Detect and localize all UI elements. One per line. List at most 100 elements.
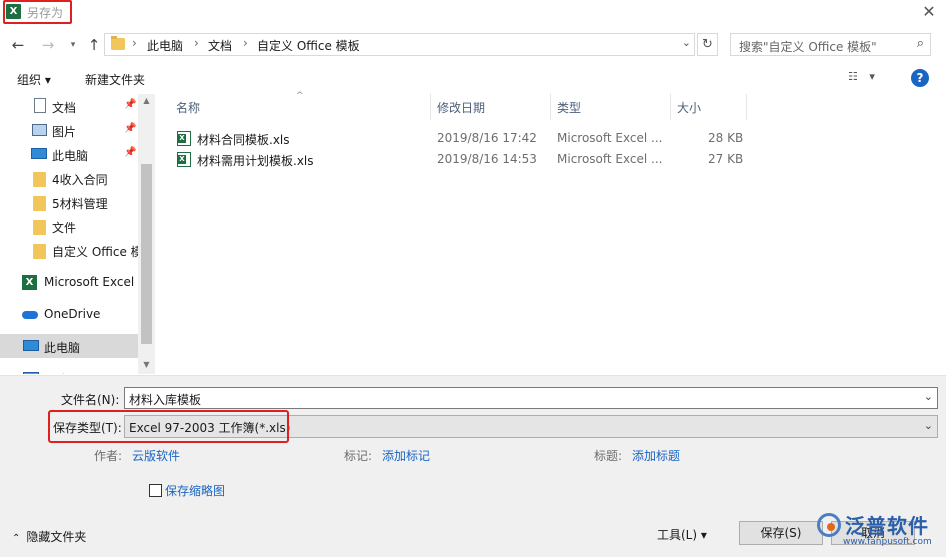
file-size: 27 KB: [708, 152, 744, 166]
excel-icon: X: [22, 275, 37, 290]
nav-item-label: 此电脑: [44, 341, 81, 355]
column-divider[interactable]: [746, 94, 747, 120]
address-bar[interactable]: › 此电脑 › 文档 › 自定义 Office 模板 ⌄: [104, 33, 695, 56]
save-options-panel: 文件名(N): 材料入库模板 ⌄ 保存类型(T): Excel 97-2003 …: [0, 375, 946, 557]
nav-item-income-contracts[interactable]: 4收入合同: [0, 166, 138, 190]
excel-file-icon: [177, 131, 191, 146]
folder-icon: [33, 172, 46, 187]
breadcrumb-separator-icon: ›: [243, 36, 248, 50]
column-divider[interactable]: [430, 94, 431, 120]
refresh-icon[interactable]: ↻: [697, 33, 718, 56]
brand-logo-icon: [817, 513, 841, 537]
column-header-type[interactable]: 类型: [557, 99, 581, 116]
hide-folders-label: 隐藏文件夹: [26, 530, 87, 544]
nav-item-label: Microsoft Excel: [44, 275, 135, 289]
hide-folders-button[interactable]: ⌃ 隐藏文件夹: [12, 528, 86, 545]
nav-scrollbar[interactable]: ▲ ▼: [138, 94, 155, 374]
new-folder-button[interactable]: 新建文件夹: [85, 71, 145, 88]
up-arrow-icon[interactable]: ↑: [84, 34, 104, 56]
search-icon: ⌕: [916, 36, 924, 51]
file-list: ^ 名称 修改日期 类型 大小 材料合同模板.xls 2019/8/16 17:…: [156, 91, 946, 374]
scrollbar-thumb[interactable]: [141, 164, 152, 344]
save-thumbnail-label[interactable]: 保存缩略图: [165, 482, 225, 499]
nav-item-label: 文档: [52, 101, 77, 115]
help-icon[interactable]: ?: [911, 69, 929, 87]
document-icon: [34, 98, 46, 113]
scroll-up-icon[interactable]: ▲: [138, 96, 155, 105]
close-icon[interactable]: ✕: [918, 2, 940, 22]
file-modified: 2019/8/16 17:42: [437, 131, 537, 145]
nav-item-label: 此电脑: [52, 149, 89, 163]
nav-item-custom-office-templates[interactable]: 自定义 Office 模: [0, 238, 143, 262]
nav-item-this-pc[interactable]: 此电脑: [0, 334, 138, 358]
watermark: 泛普软件 www.fanpusoft.com: [815, 510, 943, 550]
file-size: 28 KB: [708, 131, 744, 145]
nav-item-microsoft-excel[interactable]: X Microsoft Excel: [0, 270, 138, 294]
save-thumbnail-checkbox[interactable]: [149, 484, 162, 497]
nav-item-onedrive[interactable]: OneDrive: [0, 302, 138, 326]
details-view-icon: ☷: [848, 70, 858, 83]
breadcrumb-separator-icon: ›: [194, 36, 199, 50]
tools-button[interactable]: 工具(L) ▾: [657, 526, 707, 543]
pin-icon: 📌: [124, 123, 137, 134]
save-button[interactable]: 保存(S): [739, 521, 823, 545]
watermark-brand: 泛普软件: [845, 514, 929, 538]
window-title: 另存为: [27, 6, 64, 20]
chevron-down-icon[interactable]: ⌄: [924, 390, 933, 403]
table-row[interactable]: 材料合同模板.xls 2019/8/16 17:42 Microsoft Exc…: [171, 128, 771, 149]
nav-item-this-pc-quick[interactable]: 此电脑 📌: [0, 142, 138, 166]
column-header-modified[interactable]: 修改日期: [437, 99, 485, 116]
breadcrumb-this-pc[interactable]: 此电脑: [147, 37, 183, 54]
breadcrumb-custom-office-templates[interactable]: 自定义 Office 模板: [257, 37, 360, 54]
nav-item-pictures[interactable]: 图片 📌: [0, 118, 138, 142]
nav-item-files[interactable]: 文件: [0, 214, 138, 238]
author-value[interactable]: 云版软件: [132, 447, 180, 464]
column-divider[interactable]: [670, 94, 671, 120]
onedrive-icon: [22, 311, 38, 319]
organize-button[interactable]: 组织 ▾: [17, 71, 51, 88]
file-name: 材料需用计划模板.xls: [197, 154, 314, 168]
recent-locations-chevron-icon[interactable]: ▾: [63, 34, 83, 56]
nav-item-label: 网络: [44, 371, 68, 374]
title-bar: X 另存为 ✕: [0, 0, 946, 26]
chevron-down-icon[interactable]: ⌄: [924, 419, 933, 432]
folder-icon: [33, 196, 46, 211]
search-placeholder: 搜索"自定义 Office 模板": [739, 40, 877, 54]
folder-icon: [33, 220, 46, 235]
nav-item-label: 图片: [52, 125, 77, 139]
title-label: 标题:: [594, 449, 623, 463]
sort-ascending-icon: ^: [296, 91, 304, 101]
nav-item-material-management[interactable]: 5材料管理: [0, 190, 138, 214]
column-header-size[interactable]: 大小: [677, 99, 701, 116]
column-divider[interactable]: [550, 94, 551, 120]
excel-icon: X: [6, 4, 21, 19]
nav-item-label: 文件: [52, 221, 77, 235]
file-type: Microsoft Excel ...: [557, 152, 663, 166]
add-title-link[interactable]: 添加标题: [632, 447, 680, 464]
search-input[interactable]: 搜索"自定义 Office 模板" ⌕: [730, 33, 931, 56]
add-tags-link[interactable]: 添加标记: [382, 447, 430, 464]
pin-icon: 📌: [124, 147, 137, 158]
back-arrow-icon[interactable]: ←: [8, 34, 28, 56]
network-icon: [23, 372, 39, 374]
filetype-highlight-box: [48, 410, 289, 443]
nav-item-network[interactable]: 网络: [0, 366, 138, 374]
nav-item-documents[interactable]: 文档 📌: [0, 94, 138, 118]
breadcrumb-documents[interactable]: 文档: [208, 37, 232, 54]
column-header-name[interactable]: 名称: [176, 99, 200, 116]
view-options-button[interactable]: ☷ ▾: [848, 70, 886, 86]
chevron-down-icon[interactable]: ⌄: [682, 36, 691, 49]
forward-arrow-icon[interactable]: →: [38, 34, 58, 56]
filename-input[interactable]: 材料入库模板 ⌄: [124, 387, 938, 409]
file-name: 材料合同模板.xls: [197, 133, 290, 147]
nav-item-label: 5材料管理: [52, 197, 108, 211]
breadcrumb-separator-icon: ›: [132, 36, 137, 50]
table-row[interactable]: 材料需用计划模板.xls 2019/8/16 14:53 Microsoft E…: [171, 149, 771, 170]
computer-icon: [31, 148, 47, 159]
file-modified: 2019/8/16 14:53: [437, 152, 537, 166]
author-label: 作者:: [94, 449, 123, 463]
navigation-pane: 文档 📌 图片 📌 此电脑 📌 4收入合同 5材料管理 文件 自定义 Offic…: [0, 94, 155, 374]
file-type: Microsoft Excel ...: [557, 131, 663, 145]
scroll-down-icon[interactable]: ▼: [138, 360, 155, 369]
folder-icon: [111, 36, 125, 50]
